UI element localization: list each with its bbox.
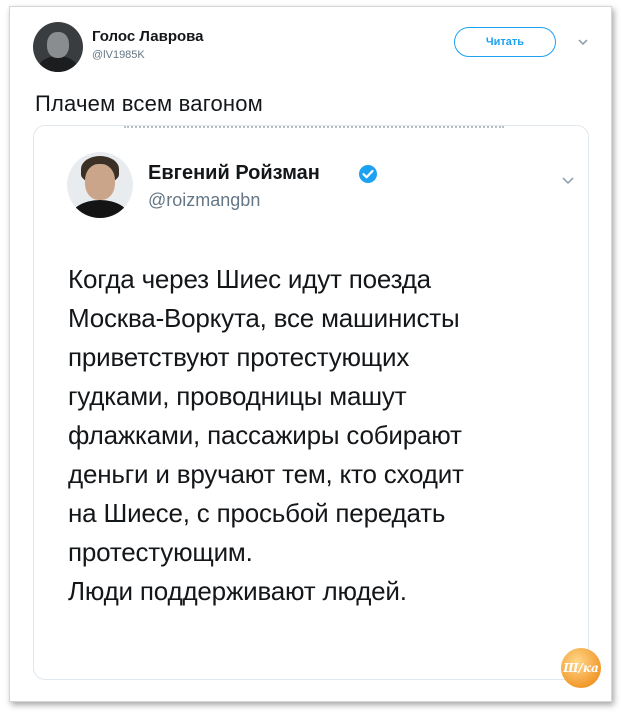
tweet-text-line: протестующим. — [68, 537, 253, 567]
tweet-text-line: Люди поддерживают людей. — [68, 576, 407, 606]
tweet-text-line: приветствуют протестующих — [68, 342, 410, 372]
tweet-text-line: деньги и вручают тем, кто сходит — [68, 459, 464, 489]
tweet-text-line: флажками, пассажиры собирают — [68, 420, 462, 450]
chevron-down-icon[interactable] — [560, 172, 576, 188]
quoted-author-handle[interactable]: @roizmangbn — [148, 190, 260, 211]
outer-author-name[interactable]: Голос Лаврова — [92, 28, 204, 45]
verified-badge-icon — [359, 165, 377, 183]
quoted-tweet-card[interactable]: Евгений Ройзман @roizmangbn Когда через … — [33, 125, 589, 680]
outer-tweet-text: Плачем всем вагоном — [35, 91, 264, 116]
chevron-down-icon[interactable] — [576, 35, 590, 49]
follow-button[interactable]: Читать — [454, 27, 556, 57]
tweet-text-line: гудками, проводницы машут — [68, 381, 407, 411]
tweet-text-line: Москва-Воркута, все машинисты — [68, 303, 460, 333]
site-watermark-logo: Ш/ка — [561, 648, 601, 688]
cropped-edge — [124, 126, 504, 131]
quoted-author-avatar[interactable] — [67, 152, 133, 218]
quoted-tweet-text: Когда через Шиес идут поезда Москва-Ворк… — [68, 260, 568, 611]
tweet-text-line: Когда через Шиес идут поезда — [68, 264, 431, 294]
outer-author-handle[interactable]: @lV1985K — [92, 49, 145, 61]
tweet-text-line: на Шиесе, с просьбой передать — [68, 498, 446, 528]
quoted-author-name[interactable]: Евгений Ройзман — [148, 162, 320, 185]
outer-author-avatar[interactable] — [33, 22, 83, 72]
screenshot-frame: Голос Лаврова @lV1985K Читать Плачем все… — [9, 6, 612, 702]
